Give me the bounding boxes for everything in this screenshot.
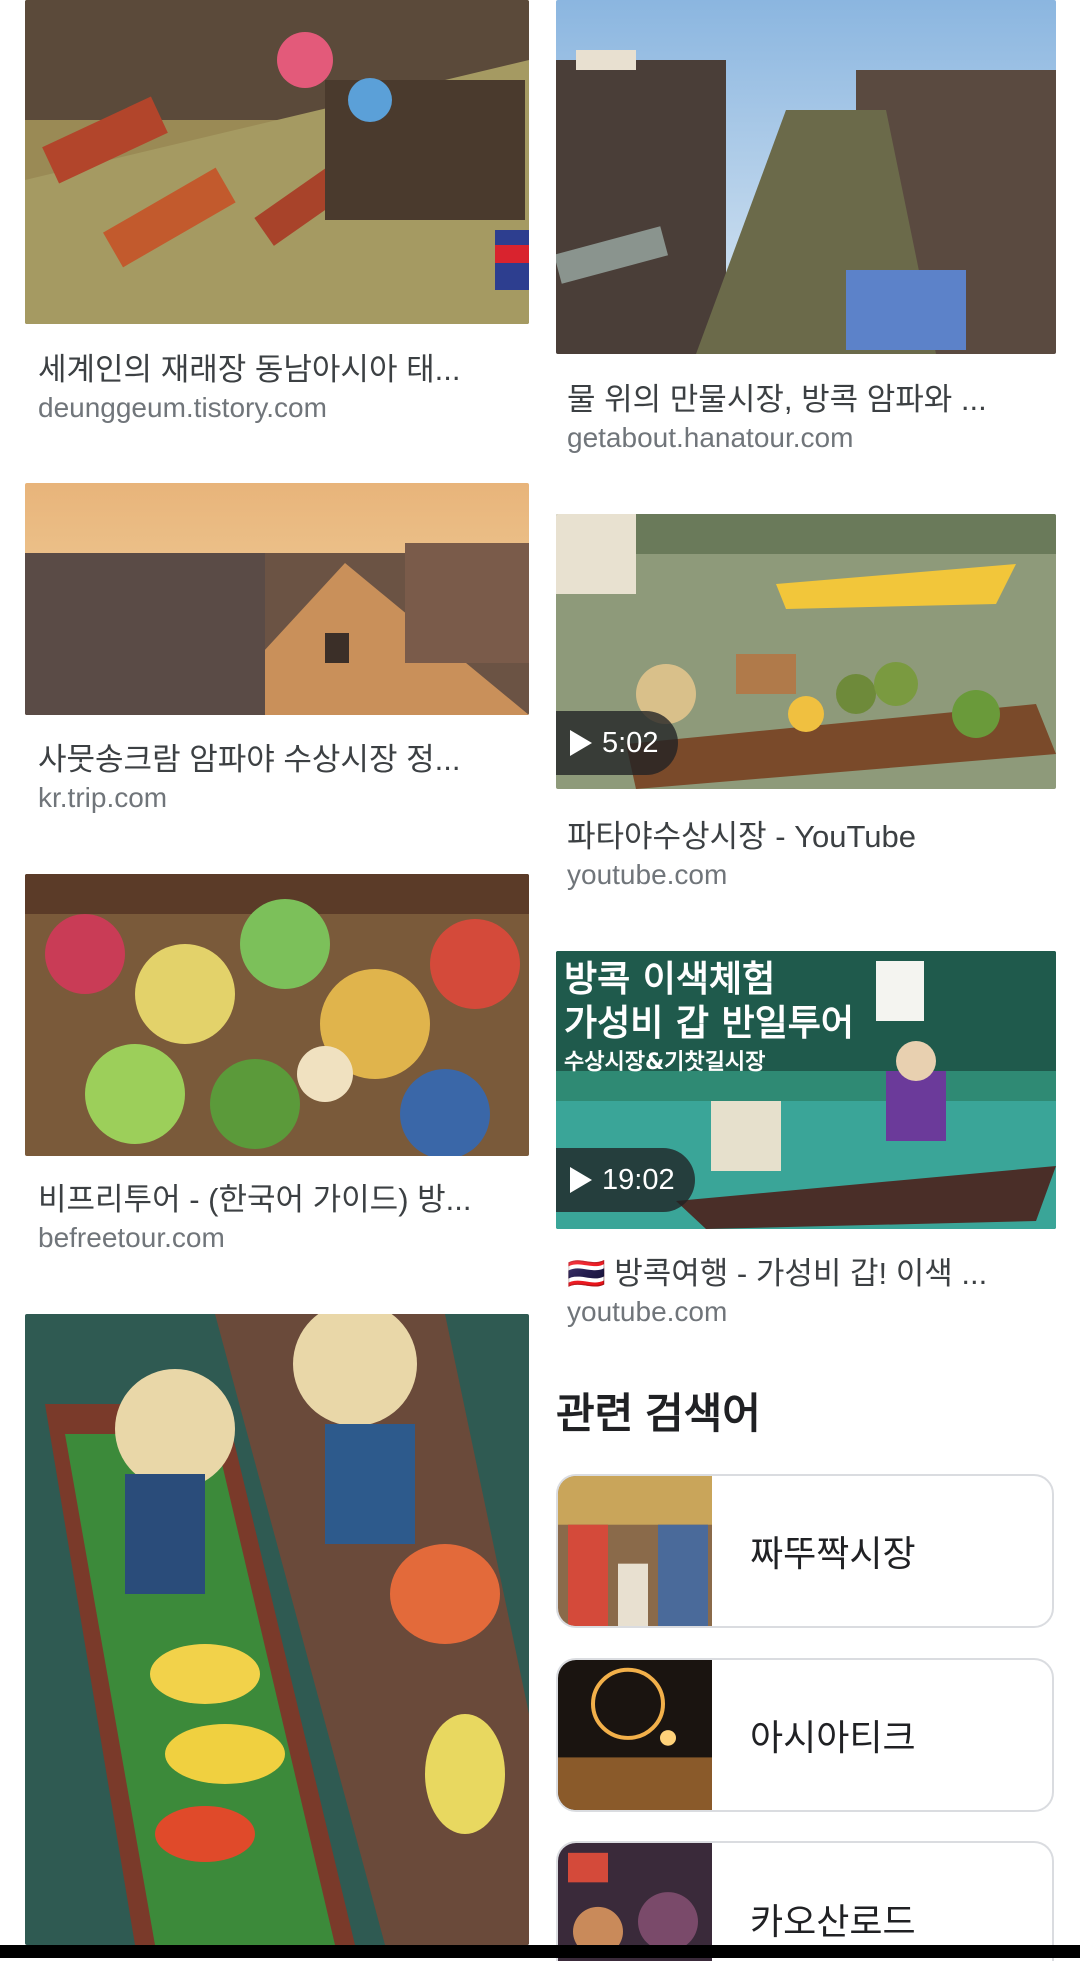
related-search-label: 아시아티크 xyxy=(750,1717,916,1758)
play-icon xyxy=(570,1167,592,1193)
result-source: deunggeum.tistory.com xyxy=(38,392,327,423)
result-source: befreetour.com xyxy=(38,1222,225,1253)
result-title[interactable]: 물 위의 만물시장, 방콕 암파와 ... xyxy=(567,374,1027,419)
result-thumbnail[interactable] xyxy=(556,0,1056,354)
result-thumbnail[interactable] xyxy=(25,483,529,715)
result-thumbnail[interactable]: 5:02 xyxy=(556,514,1056,789)
related-search-item[interactable]: 카오산로드 xyxy=(556,1841,1054,1961)
thumb-headline-2: 가성비 갑 반일투어 xyxy=(564,1003,854,1044)
result-title[interactable]: 파타야수상시장 - YouTube xyxy=(567,811,1027,856)
result-source: getabout.hanatour.com xyxy=(567,422,854,453)
duration-text: 19:02 xyxy=(602,1163,675,1196)
result-thumbnail[interactable] xyxy=(25,874,529,1156)
result-source: youtube.com xyxy=(567,859,728,890)
duration-text: 5:02 xyxy=(602,726,659,759)
related-search-thumbnail xyxy=(558,1843,712,1961)
related-search-label: 짜뚜짝시장 xyxy=(750,1533,916,1574)
video-duration-badge: 19:02 xyxy=(556,1148,695,1212)
result-title[interactable]: 🇹🇭 방콕여행 - 가성비 갑! 이색 ... xyxy=(567,1248,1027,1293)
result-title[interactable]: 사뭇송크람 암파야 수상시장 정... xyxy=(38,734,498,779)
related-searches-heading: 관련 검색어 xyxy=(556,1390,761,1437)
thumb-headline-1: 방콕 이색체험 xyxy=(564,959,775,1000)
thumb-headline-3: 수상시장&기찻길시장 xyxy=(564,1050,765,1075)
result-thumbnail[interactable] xyxy=(25,0,529,324)
result-title[interactable]: 세계인의 재래장 동남아시아 태... xyxy=(38,344,498,389)
related-search-item[interactable]: 짜뚜짝시장 xyxy=(556,1474,1054,1628)
system-navigation-bar xyxy=(0,1945,1080,1958)
related-search-thumbnail xyxy=(558,1660,712,1810)
result-thumbnail[interactable] xyxy=(25,1314,529,1945)
result-source: youtube.com xyxy=(567,1296,728,1327)
related-search-label: 카오산로드 xyxy=(750,1901,916,1942)
video-duration-badge: 5:02 xyxy=(556,711,679,775)
result-thumbnail[interactable]: 방콕 이색체험 가성비 갑 반일투어 수상시장&기찻길시장 19:02 xyxy=(556,951,1056,1229)
result-source: kr.trip.com xyxy=(38,782,168,813)
play-icon xyxy=(570,730,592,756)
related-search-thumbnail xyxy=(558,1476,712,1626)
related-search-item[interactable]: 아시아티크 xyxy=(556,1658,1054,1812)
result-title[interactable]: 비프리투어 - (한국어 가이드) 방... xyxy=(38,1174,498,1219)
